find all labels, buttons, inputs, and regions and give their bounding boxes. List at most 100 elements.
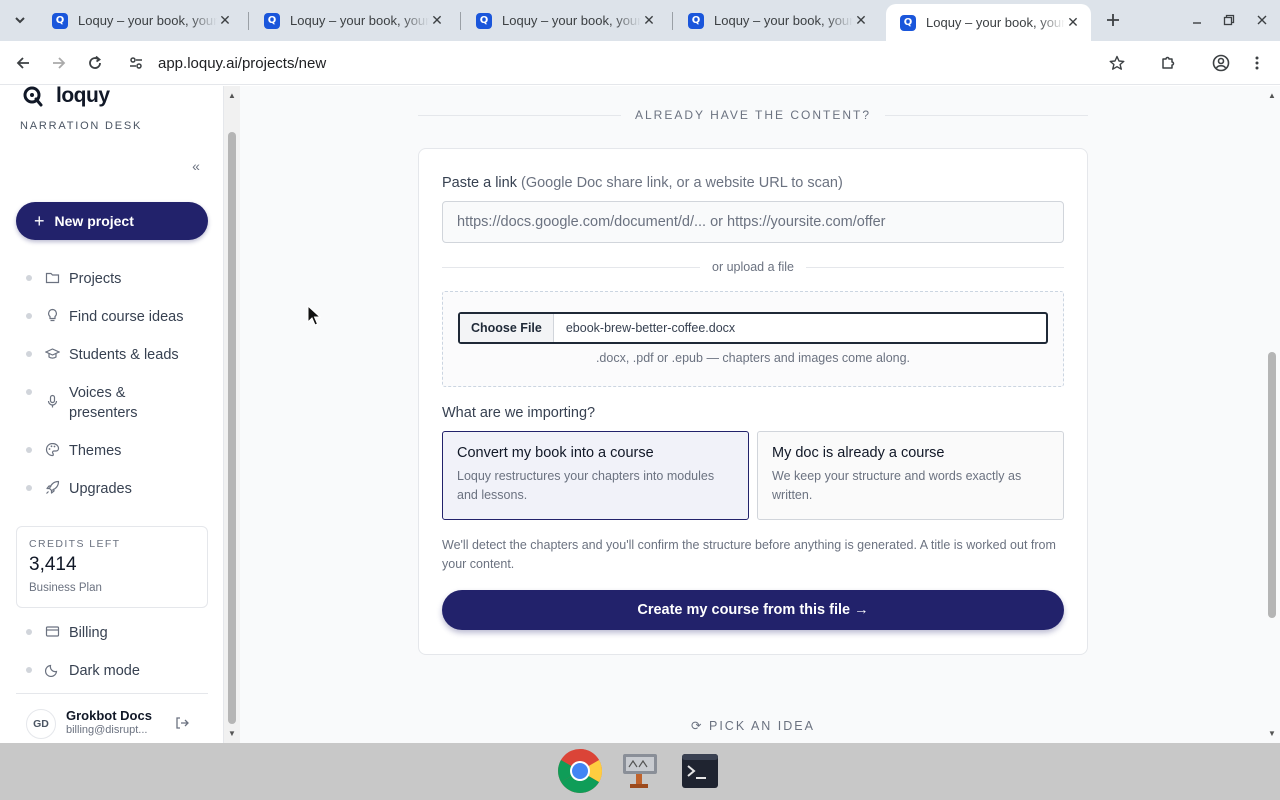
new-project-label: New project (54, 213, 134, 229)
tab-separator (672, 12, 673, 30)
file-dropzone[interactable]: Choose File ebook-brew-better-coffee.doc… (442, 291, 1064, 387)
sidebar-item-voices-presenters[interactable]: Voices & presenters (26, 383, 179, 423)
scroll-down-arrow-icon[interactable]: ▼ (1267, 728, 1277, 738)
os-taskbar (0, 743, 1280, 800)
brand-logo[interactable]: loquy (22, 86, 110, 108)
terminal-taskbar-icon[interactable] (677, 748, 723, 794)
browser-tab[interactable]: Q Loquy – your book, your course ✕ (38, 4, 243, 37)
close-window-button[interactable] (1252, 10, 1272, 30)
restore-button[interactable] (1219, 10, 1239, 30)
sidebar-item-label: Billing (69, 625, 108, 641)
import-question: What are we importing? (442, 405, 596, 421)
profile-button[interactable] (1209, 51, 1233, 75)
browser-tab[interactable]: Q Loquy – your book, your course ✕ (674, 4, 879, 37)
chevron-down-icon (15, 17, 25, 24)
sidebar-item-label: Upgrades (69, 481, 132, 497)
tab-title: Loquy – your book, your course (78, 13, 217, 28)
option-description: Loquy restructures your chapters into mo… (457, 469, 715, 502)
plus-icon: + (34, 210, 45, 231)
sidebar-item-themes[interactable]: Themes (26, 441, 179, 461)
main-scrollbar[interactable]: ▲ ▼ (1264, 86, 1280, 743)
new-tab-button[interactable] (1102, 9, 1124, 31)
moon-icon (44, 661, 60, 677)
option-title: Convert my book into a course (457, 445, 654, 461)
close-tab-icon[interactable]: ✕ (1065, 14, 1081, 31)
user-profile[interactable]: GD Grokbot Docs billing@disrupt... (26, 707, 206, 739)
loquy-favicon-icon: Q (476, 12, 492, 29)
section-heading-text: ALREADY HAVE THE CONTENT? (634, 108, 872, 122)
forward-button[interactable] (47, 51, 71, 75)
selected-file-name: ebook-brew-better-coffee.docx (565, 321, 736, 335)
sidebar-item-label: Voices & presenters (69, 385, 138, 421)
sidebar-item-upgrades[interactable]: Upgrades (26, 479, 179, 499)
page-viewport: loquy NARRATION DESK « + New project Pro… (0, 86, 1280, 743)
microphone-icon (44, 393, 60, 409)
address-bar[interactable]: app.loquy.ai/projects/new (118, 46, 1140, 80)
new-project-button[interactable]: + New project (16, 202, 208, 240)
sidebar-item-students-leads[interactable]: Students & leads (26, 345, 199, 365)
scroll-up-arrow-icon[interactable]: ▲ (1267, 90, 1277, 100)
puzzle-icon (1162, 56, 1175, 69)
tab-separator (460, 12, 461, 30)
scroll-down-arrow-icon[interactable]: ▼ (227, 728, 237, 738)
reload-button[interactable] (83, 51, 107, 75)
rocket-icon (44, 479, 60, 495)
user-name: Grokbot Docs (66, 708, 152, 723)
divider-line (418, 114, 621, 116)
sidebar-scrollbar[interactable]: ▲ ▼ (224, 86, 240, 743)
browser-tab[interactable]: Q Loquy – your book, your course ✕ (462, 4, 667, 37)
close-tab-icon[interactable]: ✕ (853, 12, 869, 29)
lightbulb-icon (44, 307, 60, 323)
palette-icon (44, 441, 60, 457)
tab-separator (248, 12, 249, 30)
sidebar-divider (16, 693, 208, 694)
close-tab-icon[interactable]: ✕ (641, 12, 657, 29)
close-tab-icon[interactable]: ✕ (217, 12, 233, 29)
extensions-button[interactable] (1156, 51, 1180, 75)
chrome-taskbar-icon[interactable] (557, 748, 603, 794)
credits-card: CREDITS LEFT 3,414 Business Plan (16, 526, 208, 608)
url-text[interactable]: app.loquy.ai/projects/new (158, 55, 326, 72)
minimize-button[interactable] (1187, 10, 1207, 30)
sidebar-item-billing[interactable]: Billing (26, 623, 179, 643)
back-button[interactable] (11, 51, 35, 75)
browser-tab[interactable]: Q Loquy – your book, your course ✕ (250, 4, 455, 37)
bullet-dot (26, 351, 32, 357)
pick-idea-text: PICK AN IDEA (708, 719, 815, 733)
tab-search-button[interactable] (8, 8, 32, 32)
loquy-favicon-icon: Q (900, 14, 916, 31)
sidebar-item-projects[interactable]: Projects (26, 269, 179, 289)
brand-subtitle: NARRATION DESK (20, 120, 143, 132)
upload-divider: or upload a file (442, 259, 1065, 275)
scrollbar-thumb[interactable] (1268, 352, 1276, 618)
bullet-dot (26, 447, 32, 453)
link-label-text: Paste a link (442, 175, 517, 191)
sidebar-item-dark-mode[interactable]: Dark mode (26, 661, 179, 681)
link-field-label: Paste a link (Google Doc share link, or … (442, 175, 843, 191)
browser-tab-active[interactable]: Q Loquy – your book, your course ✕ (886, 4, 1091, 41)
close-tab-icon[interactable]: ✕ (429, 12, 445, 29)
option-already-course[interactable]: My doc is already a course We keep your … (757, 431, 1064, 520)
bullet-dot (26, 275, 32, 281)
credits-value: 3,414 (29, 554, 77, 575)
file-input[interactable]: Choose File ebook-brew-better-coffee.doc… (458, 312, 1048, 344)
browser-menu-button[interactable] (1245, 51, 1269, 75)
loquy-favicon-icon: Q (688, 12, 704, 29)
divider-line (442, 266, 700, 268)
scroll-up-arrow-icon[interactable]: ▲ (227, 90, 237, 100)
logout-icon[interactable] (174, 715, 190, 731)
avatar: GD (26, 709, 56, 739)
choose-file-button[interactable]: Choose File (460, 314, 554, 342)
create-course-button[interactable]: Create my course from this file → (442, 590, 1064, 630)
file-manager-taskbar-icon[interactable] (617, 748, 663, 794)
sidebar-item-find-course-ideas[interactable]: Find course ideas (26, 307, 199, 327)
paste-link-input[interactable] (442, 201, 1064, 243)
scrollbar-thumb[interactable] (228, 132, 236, 724)
pick-idea-heading[interactable]: ⟳ PICK AN IDEA (418, 718, 1088, 733)
bullet-dot (26, 313, 32, 319)
bookmark-button[interactable] (1105, 51, 1129, 75)
collapse-sidebar-button[interactable]: « (188, 158, 204, 174)
site-settings-icon[interactable] (128, 55, 144, 71)
bullet-dot (26, 667, 32, 673)
option-convert-book[interactable]: Convert my book into a course Loquy rest… (442, 431, 749, 520)
